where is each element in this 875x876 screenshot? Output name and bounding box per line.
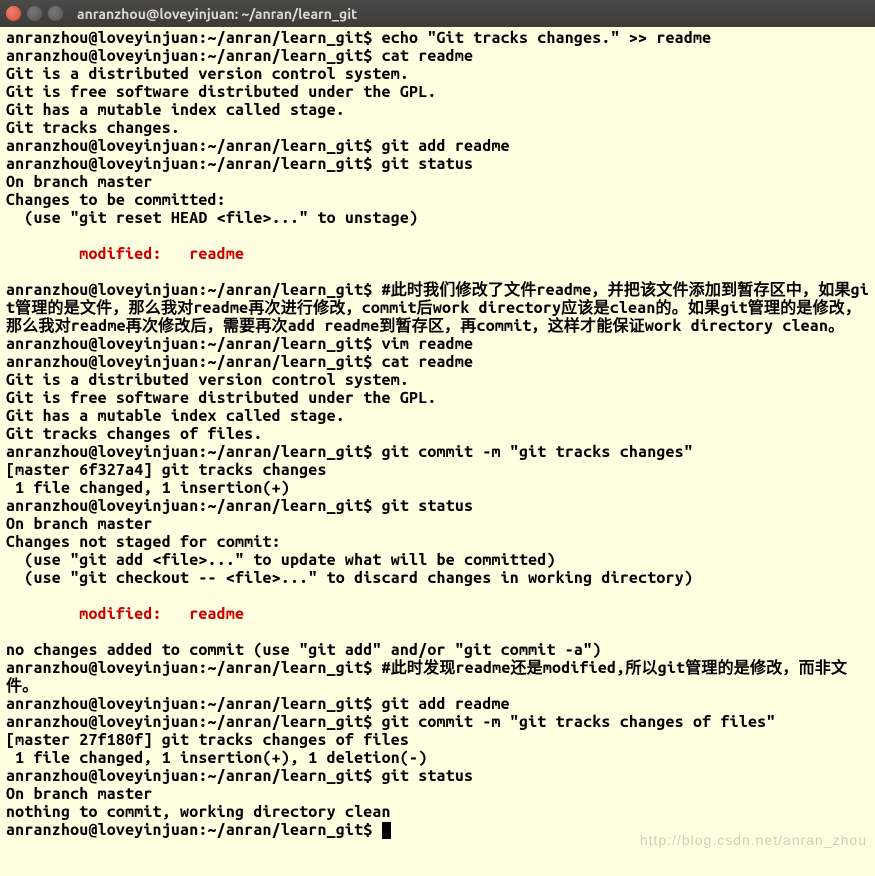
command-text: git add readme [382,695,510,713]
cursor-icon [382,822,391,839]
command-text: git status [382,497,474,515]
terminal-output-line: On branch master [6,515,869,533]
terminal-output-line: (use "git reset HEAD <file>..." to unsta… [6,209,869,227]
terminal-output-line: Git has a mutable index called stage. [6,407,869,425]
shell-prompt: anranzhou@loveyinjuan:~/anran/learn_git$ [6,497,382,515]
terminal-command-line: anranzhou@loveyinjuan:~/anran/learn_git$… [6,47,869,65]
shell-prompt: anranzhou@loveyinjuan:~/anran/learn_git$ [6,335,382,353]
blank-line [6,263,869,281]
shell-prompt: anranzhou@loveyinjuan:~/anran/learn_git$ [6,713,382,731]
command-text: git commit -m "git tracks changes" [382,443,693,461]
watermark-text: http://blog.csdn.net/anran_zhou [640,832,867,848]
minimize-icon[interactable] [27,6,42,21]
terminal-command-line: anranzhou@loveyinjuan:~/anran/learn_git$… [6,137,869,155]
terminal-output-line: nothing to commit, working directory cle… [6,803,869,821]
shell-prompt: anranzhou@loveyinjuan:~/anran/learn_git$ [6,47,382,65]
terminal-output-line: 1 file changed, 1 insertion(+) [6,479,869,497]
terminal-output-line: Git has a mutable index called stage. [6,101,869,119]
command-text: git add readme [382,137,510,155]
maximize-icon[interactable] [48,6,63,21]
terminal-output-line: [master 6f327a4] git tracks changes [6,461,869,479]
terminal-command-line: anranzhou@loveyinjuan:~/anran/learn_git$… [6,767,869,785]
window-titlebar: anranzhou@loveyinjuan: ~/anran/learn_git [0,0,875,27]
terminal-command-line: anranzhou@loveyinjuan:~/anran/learn_git$… [6,695,869,713]
terminal-command-line: anranzhou@loveyinjuan:~/anran/learn_git$… [6,713,869,731]
command-text: echo "Git tracks changes." >> readme [382,29,712,47]
command-text: cat readme [382,353,474,371]
command-text: cat readme [382,47,474,65]
terminal-output-line: Git is a distributed version control sys… [6,371,869,389]
blank-line [6,227,869,245]
terminal-output-line: On branch master [6,785,869,803]
blank-line [6,587,869,605]
shell-prompt: anranzhou@loveyinjuan:~/anran/learn_git$ [6,281,382,299]
shell-prompt: anranzhou@loveyinjuan:~/anran/learn_git$ [6,695,382,713]
terminal-output-line: Git is free software distributed under t… [6,83,869,101]
git-status-modified: modified: readme [6,245,869,263]
terminal-command-line: anranzhou@loveyinjuan:~/anran/learn_git$… [6,659,869,695]
terminal-output-line: [master 27f180f] git tracks changes of f… [6,731,869,749]
terminal-output-line: Git tracks changes of files. [6,425,869,443]
terminal-output-line: (use "git checkout -- <file>..." to disc… [6,569,869,587]
command-text: git commit -m "git tracks changes of fil… [382,713,776,731]
shell-prompt: anranzhou@loveyinjuan:~/anran/learn_git$ [6,767,382,785]
terminal-output-line: Changes to be committed: [6,191,869,209]
blank-line [6,623,869,641]
terminal-command-line: anranzhou@loveyinjuan:~/anran/learn_git$… [6,335,869,353]
window-title: anranzhou@loveyinjuan: ~/anran/learn_git [77,6,357,22]
terminal-command-line: anranzhou@loveyinjuan:~/anran/learn_git$… [6,281,869,335]
git-status-modified: modified: readme [6,605,869,623]
shell-prompt: anranzhou@loveyinjuan:~/anran/learn_git$ [6,443,382,461]
close-icon[interactable] [6,6,21,21]
command-text: git status [382,767,474,785]
terminal-command-line: anranzhou@loveyinjuan:~/anran/learn_git$… [6,29,869,47]
shell-prompt: anranzhou@loveyinjuan:~/anran/learn_git$ [6,659,382,677]
terminal-output-line: Changes not staged for commit: [6,533,869,551]
terminal-command-line: anranzhou@loveyinjuan:~/anran/learn_git$… [6,353,869,371]
terminal-command-line: anranzhou@loveyinjuan:~/anran/learn_git$… [6,443,869,461]
terminal-output[interactable]: anranzhou@loveyinjuan:~/anran/learn_git$… [0,27,875,841]
terminal-output-line: Git is free software distributed under t… [6,389,869,407]
shell-prompt: anranzhou@loveyinjuan:~/anran/learn_git$ [6,29,382,47]
terminal-output-line: 1 file changed, 1 insertion(+), 1 deleti… [6,749,869,767]
terminal-output-line: Git tracks changes. [6,119,869,137]
shell-prompt: anranzhou@loveyinjuan:~/anran/learn_git$ [6,137,382,155]
shell-prompt: anranzhou@loveyinjuan:~/anran/learn_git$ [6,821,382,839]
terminal-command-line: anranzhou@loveyinjuan:~/anran/learn_git$… [6,155,869,173]
terminal-output-line: On branch master [6,173,869,191]
shell-prompt: anranzhou@loveyinjuan:~/anran/learn_git$ [6,353,382,371]
shell-prompt: anranzhou@loveyinjuan:~/anran/learn_git$ [6,155,382,173]
terminal-output-line: no changes added to commit (use "git add… [6,641,869,659]
command-text: vim readme [382,335,474,353]
command-text: git status [382,155,474,173]
terminal-command-line: anranzhou@loveyinjuan:~/anran/learn_git$… [6,497,869,515]
terminal-output-line: (use "git add <file>..." to update what … [6,551,869,569]
terminal-output-line: Git is a distributed version control sys… [6,65,869,83]
